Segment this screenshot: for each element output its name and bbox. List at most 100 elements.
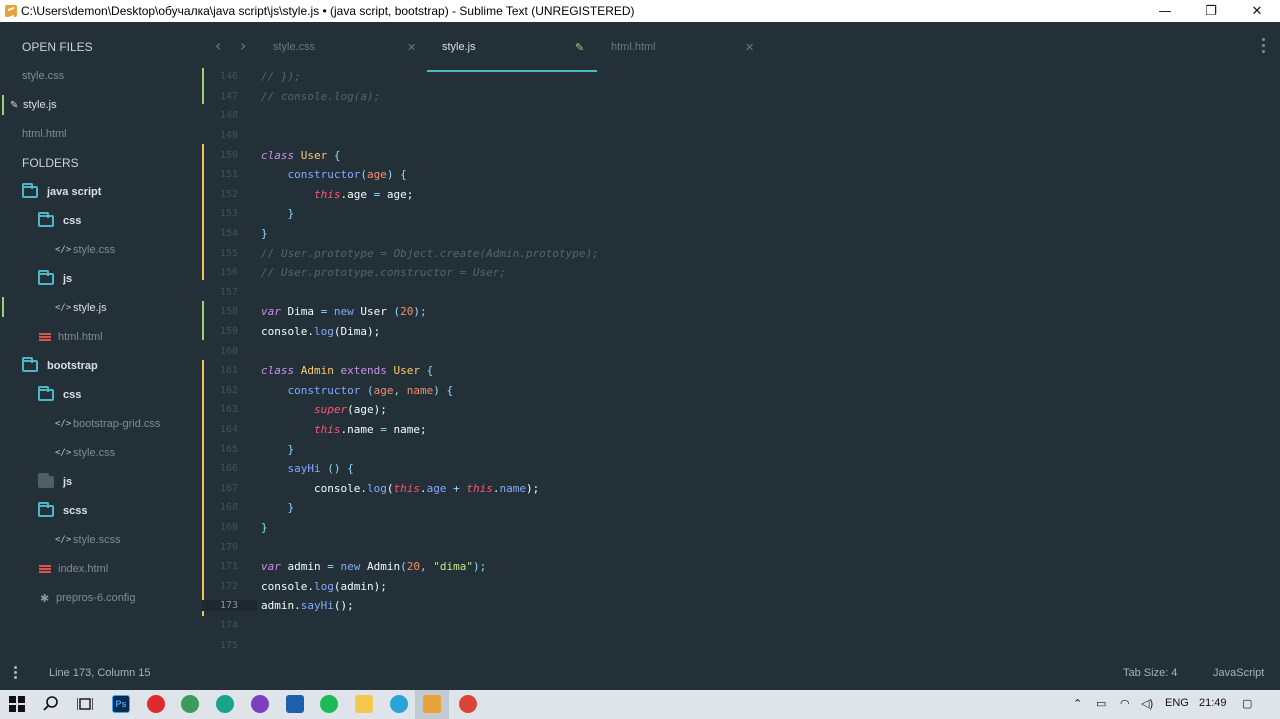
sublime-text-icon[interactable] — [423, 695, 441, 713]
syntax-selector[interactable]: JavaScript — [1213, 667, 1264, 679]
file-bootstrap-grid-css[interactable]: </> bootstrap-grid.css — [55, 413, 160, 435]
tab-label: style.js — [442, 41, 476, 53]
file-html-html[interactable]: html.html — [39, 326, 103, 348]
tab-html-html[interactable]: html.html ✕ — [597, 22, 767, 72]
folder-java-script[interactable]: java script — [22, 181, 101, 203]
status-menu-icon[interactable] — [14, 666, 17, 681]
folders-header[interactable]: FOLDERS — [22, 152, 79, 174]
line-number: 159 — [219, 326, 238, 338]
windows-taskbar: Ps ⌃ ▭ ◠ ◁) ENG 21:49 ▢ — [0, 690, 1280, 719]
close-icon[interactable]: ✕ — [745, 41, 754, 54]
file-bootstrap-style-css[interactable]: </> style.css — [55, 442, 115, 464]
code-line: 151 constructor(age) { — [202, 165, 1280, 185]
window-title: C:\Users\demon\Desktop\обучалка\java scr… — [21, 4, 635, 18]
app-purple-icon[interactable] — [251, 695, 269, 713]
file-label: prepros-6.config — [56, 592, 136, 604]
file-style-scss[interactable]: </> style.scss — [55, 529, 121, 551]
line-number: 164 — [219, 424, 238, 436]
folder-label: scss — [63, 505, 88, 517]
folder-label: bootstrap — [47, 360, 98, 372]
folder-bootstrap[interactable]: bootstrap — [22, 355, 98, 377]
file-label: style.js — [73, 302, 107, 314]
restore-button[interactable]: ❐ — [1188, 0, 1234, 22]
line-number: 168 — [219, 502, 238, 514]
minimize-button[interactable]: — — [1142, 0, 1188, 22]
folder-bootstrap-css[interactable]: css — [38, 384, 81, 406]
spotify-icon[interactable] — [320, 695, 338, 713]
html-file-icon — [39, 564, 51, 574]
folder-open-icon — [38, 386, 54, 401]
google-chrome-icon[interactable] — [459, 695, 477, 713]
open-file-style-js[interactable]: ✎ style.js — [10, 94, 57, 116]
line-number: 171 — [219, 561, 238, 573]
search-icon[interactable] — [42, 695, 60, 713]
tab-bar: ‹ › style.css ✕ style.js ✎ html.html ✕ — [202, 22, 1280, 72]
volume-icon[interactable]: ◁) — [1141, 697, 1153, 710]
folder-css[interactable]: css — [38, 210, 81, 232]
open-file-style-css[interactable]: style.css — [22, 65, 64, 87]
code-file-icon: </> — [55, 419, 72, 429]
chevron-right-icon[interactable]: › — [240, 36, 246, 55]
folder-label: js — [63, 273, 73, 285]
tab-style-css[interactable]: style.css ✕ — [257, 22, 427, 72]
folder-bootstrap-js[interactable]: js — [38, 471, 72, 493]
app-green-icon[interactable] — [216, 695, 234, 713]
line-number: 162 — [219, 384, 238, 396]
close-button[interactable]: ✕ — [1234, 0, 1280, 22]
window-controls: — ❐ ✕ — [1142, 0, 1280, 22]
task-view-icon[interactable] — [76, 695, 94, 713]
code-line: 165 } — [202, 439, 1280, 459]
code-line: 161 class Admin extends User { — [202, 361, 1280, 381]
line-number: 167 — [219, 482, 238, 494]
line-number: 170 — [219, 541, 238, 553]
chevron-up-icon[interactable]: ⌃ — [1073, 697, 1082, 710]
code-line: 159 console.log(Dima); — [202, 322, 1280, 342]
folder-js[interactable]: js — [38, 268, 72, 290]
file-prepros-config[interactable]: ✱ prepros-6.config — [40, 587, 136, 609]
line-number: 151 — [219, 169, 238, 181]
photoshop-icon[interactable]: Ps — [112, 695, 130, 713]
more-vertical-icon[interactable] — [1261, 38, 1265, 56]
active-file-marker — [2, 95, 4, 115]
file-label: style.css — [73, 447, 116, 459]
file-explorer-icon[interactable] — [355, 695, 373, 713]
code-line: 156// User.prototype.constructor = User; — [202, 263, 1280, 283]
folder-label: java script — [47, 186, 102, 198]
wifi-icon[interactable]: ◠ — [1120, 697, 1130, 710]
telegram-icon[interactable] — [390, 695, 408, 713]
tab-style-js[interactable]: style.js ✎ — [427, 22, 597, 72]
line-number: 155 — [219, 247, 238, 259]
app-blue-icon[interactable] — [286, 695, 304, 713]
close-icon[interactable]: ✕ — [407, 41, 416, 54]
language-indicator[interactable]: ENG — [1165, 697, 1189, 709]
pencil-icon: ✎ — [575, 40, 585, 54]
code-line: 169} — [202, 518, 1280, 538]
code-line: 154} — [202, 224, 1280, 244]
file-style-js[interactable]: </> style.js — [55, 297, 107, 319]
code-line: 153 } — [202, 204, 1280, 224]
open-file-label: style.js — [23, 99, 57, 111]
opera-icon[interactable] — [147, 695, 165, 713]
file-index-html[interactable]: index.html — [39, 558, 108, 580]
windows-start-icon[interactable] — [8, 695, 26, 713]
line-number: 174 — [219, 620, 238, 632]
open-files-header[interactable]: OPEN FILES — [22, 36, 93, 58]
notifications-icon[interactable]: ▢ — [1242, 697, 1252, 710]
chevron-left-icon[interactable]: ‹ — [215, 36, 221, 55]
code-editor[interactable]: 146// }); 147// console.log(a); 148 149 … — [202, 68, 1280, 654]
tab-size-selector[interactable]: Tab Size: 4 — [1123, 667, 1177, 679]
title-bar: C:\Users\demon\Desktop\обучалка\java scr… — [0, 0, 1280, 22]
sidebar: OPEN FILES style.css ✎ style.js html.htm… — [0, 22, 202, 654]
clock[interactable]: 21:49 — [1199, 697, 1227, 709]
chrome-app-icon[interactable] — [181, 695, 199, 713]
line-number: 152 — [219, 188, 238, 200]
line-number: 153 — [219, 208, 238, 220]
battery-icon[interactable]: ▭ — [1096, 697, 1106, 710]
folder-scss[interactable]: scss — [38, 500, 87, 522]
code-line: 171 var admin = new Admin(20, "dima"); — [202, 557, 1280, 577]
open-file-html-html[interactable]: html.html — [22, 123, 67, 145]
pencil-icon: ✎ — [10, 99, 19, 111]
code-line: 148 — [202, 106, 1280, 126]
code-line: 167 console.log(this.age + this.name); — [202, 479, 1280, 499]
file-style-css[interactable]: </> style.css — [55, 239, 115, 261]
